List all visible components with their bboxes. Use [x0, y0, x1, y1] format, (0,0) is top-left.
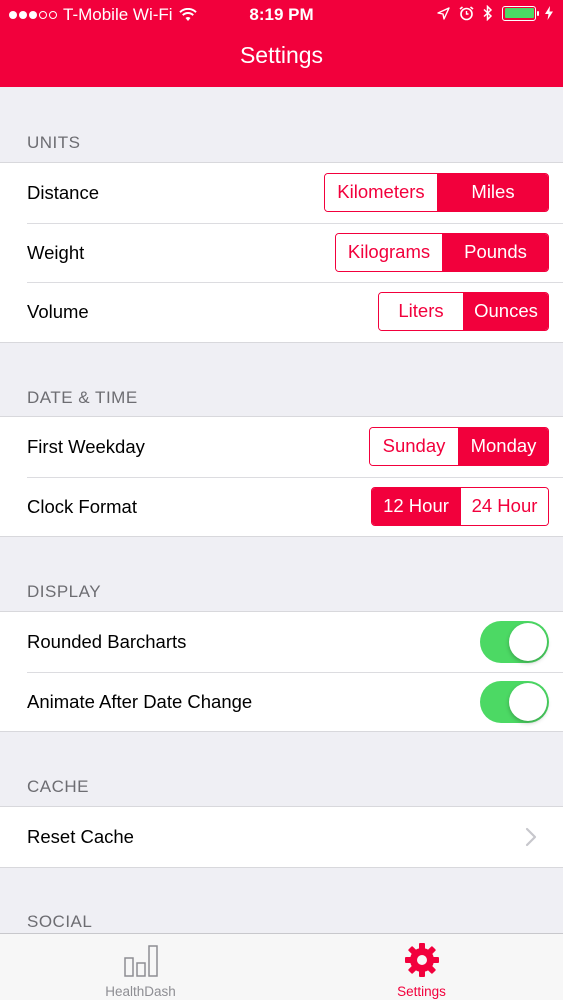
setting-row-animate-after-date-change: Animate After Date Change — [0, 671, 563, 732]
gear-icon — [404, 943, 439, 977]
battery-level — [504, 8, 534, 18]
first-weekday-segmented-control: Sunday Monday — [369, 427, 549, 466]
location-arrow-icon — [437, 6, 450, 20]
row-label: Reset Cache — [27, 826, 134, 847]
row-label: Rounded Barcharts — [27, 631, 187, 652]
segment-12-hour[interactable]: 12 Hour — [372, 487, 460, 525]
setting-row-clock-format: Clock Format 12 Hour 24 Hour — [0, 476, 563, 537]
battery-icon — [502, 5, 539, 21]
chevron-right-icon — [525, 827, 537, 847]
segment-monday[interactable]: Monday — [458, 428, 548, 465]
date-time-group: First Weekday Sunday Monday Clock Format… — [0, 416, 563, 537]
clock-format-segmented-control: 12 Hour 24 Hour — [371, 486, 549, 526]
section-header-units: UNITS — [27, 133, 81, 152]
segment-24-hour[interactable]: 24 Hour — [460, 487, 548, 525]
section-header-display: DISPLAY — [27, 582, 102, 601]
status-bar: T-Mobile Wi-Fi 8:19 PM — [0, 0, 563, 30]
setting-row-rounded-barcharts: Rounded Barcharts — [0, 612, 563, 672]
toggle-knob — [509, 623, 547, 661]
navigation-header: T-Mobile Wi-Fi 8:19 PM Settings — [0, 0, 563, 87]
segment-kilometers[interactable]: Kilometers — [325, 174, 437, 211]
tab-healthdash[interactable]: HealthDash — [0, 934, 281, 1000]
segment-ounces[interactable]: Ounces — [463, 293, 548, 330]
segment-liters[interactable]: Liters — [379, 293, 463, 330]
animate-after-date-change-toggle[interactable] — [480, 680, 549, 723]
tab-settings[interactable]: Settings — [281, 934, 562, 1000]
toggle-knob — [509, 682, 547, 721]
tab-label: HealthDash — [105, 984, 176, 999]
setting-row-first-weekday: First Weekday Sunday Monday — [0, 417, 563, 477]
display-group: Rounded Barcharts Animate After Date Cha… — [0, 611, 563, 732]
cache-group: Reset Cache — [0, 806, 563, 868]
setting-row-distance: Distance Kilometers Miles — [0, 163, 563, 223]
row-label: Clock Format — [27, 495, 137, 517]
section-header-date-time: DATE & TIME — [27, 388, 138, 407]
section-header-social: SOCIAL — [27, 912, 93, 931]
bluetooth-icon — [483, 5, 493, 21]
bar-chart-icon — [123, 945, 158, 977]
row-label: Animate After Date Change — [27, 690, 253, 712]
setting-row-volume: Volume Liters Ounces — [0, 282, 563, 342]
volume-segmented-control: Liters Ounces — [378, 292, 549, 331]
row-label: Volume — [27, 301, 89, 322]
rounded-barcharts-toggle[interactable] — [480, 621, 549, 663]
segment-pounds[interactable]: Pounds — [442, 233, 548, 271]
setting-row-reset-cache[interactable]: Reset Cache — [0, 807, 563, 867]
distance-segmented-control: Kilometers Miles — [324, 173, 549, 212]
tab-label: Settings — [397, 984, 446, 999]
row-label: Distance — [27, 182, 99, 203]
alarm-clock-icon — [459, 5, 474, 20]
weight-segmented-control: Kilograms Pounds — [335, 232, 549, 272]
row-label: First Weekday — [27, 436, 145, 457]
setting-row-weight: Weight Kilograms Pounds — [0, 222, 563, 283]
row-label: Weight — [27, 241, 85, 263]
units-group: Distance Kilometers Miles Weight Kilogra… — [0, 162, 563, 343]
segment-miles[interactable]: Miles — [437, 174, 548, 211]
tab-bar: HealthDash Settings — [0, 933, 563, 1000]
segment-sunday[interactable]: Sunday — [370, 428, 458, 465]
page-title: Settings — [239, 42, 324, 68]
charging-bolt-icon — [545, 6, 553, 20]
status-right — [437, 5, 553, 21]
segment-kilograms[interactable]: Kilograms — [336, 233, 442, 271]
section-header-cache: CACHE — [27, 777, 90, 796]
